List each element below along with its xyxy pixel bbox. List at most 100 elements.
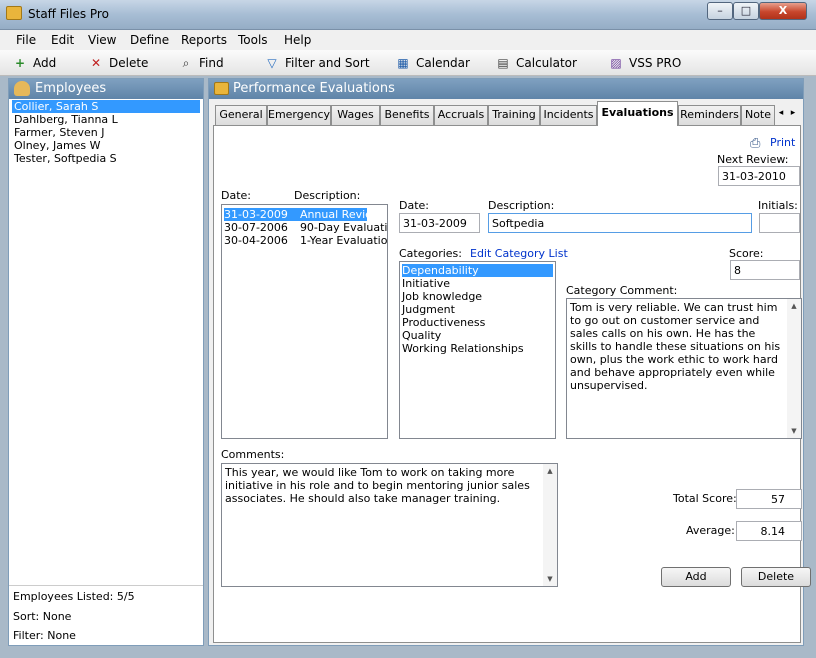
comments-scrollbar[interactable]: ▲ ▼ (543, 464, 557, 586)
employees-title: Employees (35, 81, 107, 96)
vss-pro-button[interactable]: ▨ VSS PRO (608, 54, 681, 72)
evaluation-row[interactable]: 30-04-2006 1-Year Evaluation (224, 234, 387, 247)
tab-training[interactable]: Training (488, 105, 540, 125)
initials-label: Initials: (758, 199, 798, 212)
calendar-icon: ▦ (397, 56, 409, 70)
folder-icon (6, 6, 22, 20)
employees-header: Employees (9, 79, 203, 99)
category-item[interactable]: Quality (402, 329, 441, 342)
menu-help[interactable]: Help (284, 33, 311, 47)
category-comment-label: Category Comment: (566, 284, 678, 297)
comments-field[interactable]: This year, we would like Tom to work on … (221, 463, 558, 587)
employee-item[interactable]: Tester, Softpedia S (12, 152, 200, 165)
total-score-label: Total Score: (673, 492, 737, 505)
score-field[interactable]: 8 (730, 260, 800, 280)
tab-wages[interactable]: Wages (331, 105, 380, 125)
find-button[interactable]: ⌕ Find (178, 54, 224, 72)
scroll-down-icon[interactable]: ▼ (543, 572, 557, 586)
next-review-field[interactable]: 31-03-2010 (718, 166, 800, 186)
evaluation-date: 31-03-2009 (224, 208, 288, 221)
filter-sort-button[interactable]: ▽ Filter and Sort (264, 54, 370, 72)
maximize-button[interactable]: □ (733, 2, 759, 20)
delete-button[interactable]: ✕ Delete (88, 54, 148, 72)
evaluation-row[interactable]: 31-03-2009 Annual Review (224, 208, 381, 221)
date-field[interactable]: 31-03-2009 (399, 213, 480, 233)
calculator-icon: ▤ (497, 56, 509, 70)
menu-reports[interactable]: Reports (181, 33, 227, 47)
tab-general[interactable]: General (215, 105, 267, 125)
employee-item[interactable]: Dahlberg, Tianna L (12, 113, 200, 126)
filter-status: Filter: None (13, 629, 76, 642)
calculator-button[interactable]: ▤ Calculator (495, 54, 577, 72)
edit-category-list-link[interactable]: Edit Category List (470, 247, 568, 260)
evaluations-tab-page: ⎙ Print Next Review: 31-03-2010 Date: De… (213, 125, 811, 643)
tab-benefits[interactable]: Benefits (380, 105, 434, 125)
tab-reminders[interactable]: Reminders (678, 105, 741, 125)
calculator-label: Calculator (516, 56, 577, 70)
menu-bar: File Edit View Define Reports Tools Help (0, 30, 816, 50)
list-date-header: Date: (221, 189, 251, 202)
tab-emergency[interactable]: Emergency (267, 105, 331, 125)
category-item[interactable]: Judgment (402, 303, 455, 316)
category-item[interactable]: Initiative (402, 277, 450, 290)
employee-item[interactable]: Farmer, Steven J (12, 126, 200, 139)
tab-notes[interactable]: Note (741, 105, 775, 125)
print-link[interactable]: Print (770, 136, 795, 149)
menu-file[interactable]: File (16, 33, 36, 47)
toolbar: + Add ✕ Delete ⌕ Find ▽ Filter and Sort … (0, 50, 816, 76)
comments-text: This year, we would like Tom to work on … (225, 466, 530, 505)
scroll-up-icon[interactable]: ▲ (787, 299, 801, 313)
evaluations-panel: Performance Evaluations General Emergenc… (208, 78, 811, 646)
menu-tools[interactable]: Tools (238, 33, 268, 47)
tab-scroll-right-icon[interactable]: ▸ (787, 105, 799, 121)
minimize-button[interactable]: – (707, 2, 733, 20)
menu-view[interactable]: View (88, 33, 116, 47)
initials-field[interactable] (759, 213, 800, 233)
evaluation-date: 30-07-2006 (224, 221, 288, 234)
filter-label: Filter and Sort (285, 56, 370, 70)
find-label: Find (199, 56, 224, 70)
vss-pro-icon: ▨ (610, 56, 622, 70)
category-comment-scrollbar[interactable]: ▲ ▼ (787, 299, 801, 438)
evaluation-row[interactable]: 30-07-2006 90-Day Evaluation (224, 221, 387, 234)
tab-evaluations[interactable]: Evaluations (597, 101, 678, 126)
next-review-label: Next Review: (717, 153, 789, 166)
menu-define[interactable]: Define (130, 33, 169, 47)
average-label: Average: (686, 524, 735, 537)
filter-icon: ▽ (267, 56, 277, 70)
tab-accruals[interactable]: Accruals (434, 105, 488, 125)
employees-footer: Employees Listed: 5/5 Sort: None Filter:… (9, 585, 203, 645)
scroll-up-icon[interactable]: ▲ (543, 464, 557, 478)
calendar-button[interactable]: ▦ Calendar (395, 54, 470, 72)
categories-list[interactable]: Dependability Initiative Job knowledge J… (399, 261, 556, 439)
delete-label: Delete (109, 56, 149, 70)
category-comment-field[interactable]: Tom is very reliable. We can trust him t… (566, 298, 802, 439)
employee-item[interactable]: Collier, Sarah S (12, 100, 200, 113)
category-item[interactable]: Job knowledge (402, 290, 482, 303)
add-evaluation-button[interactable]: Add (661, 567, 731, 587)
close-button[interactable]: X (759, 2, 807, 20)
category-comment-text: Tom is very reliable. We can trust him t… (570, 301, 781, 392)
employee-item[interactable]: Olney, James W (12, 139, 200, 152)
description-field[interactable]: Softpedia (488, 213, 752, 233)
panel-title: Performance Evaluations (233, 81, 395, 96)
add-user-icon: + (14, 56, 26, 70)
add-button[interactable]: + Add (12, 54, 56, 72)
category-item[interactable]: Working Relationships (402, 342, 524, 355)
list-description-header: Description: (294, 189, 361, 202)
score-label: Score: (729, 247, 764, 260)
category-item[interactable]: Productiveness (402, 316, 485, 329)
printer-icon[interactable]: ⎙ (750, 136, 760, 151)
evaluation-date: 30-04-2006 (224, 234, 288, 247)
tab-incidents[interactable]: Incidents (540, 105, 597, 125)
employees-listed: Employees Listed: 5/5 (13, 590, 135, 603)
tab-scroll-left-icon[interactable]: ◂ (775, 105, 787, 121)
add-label: Add (33, 56, 57, 70)
category-item[interactable]: Dependability (402, 264, 553, 277)
scroll-down-icon[interactable]: ▼ (787, 424, 801, 438)
description-label: Description: (488, 199, 555, 212)
menu-edit[interactable]: Edit (51, 33, 74, 47)
evaluation-list[interactable]: 31-03-2009 Annual Review 30-07-2006 90-Day… (221, 204, 388, 439)
delete-evaluation-button[interactable]: Delete (741, 567, 811, 587)
employees-icon (14, 81, 30, 96)
